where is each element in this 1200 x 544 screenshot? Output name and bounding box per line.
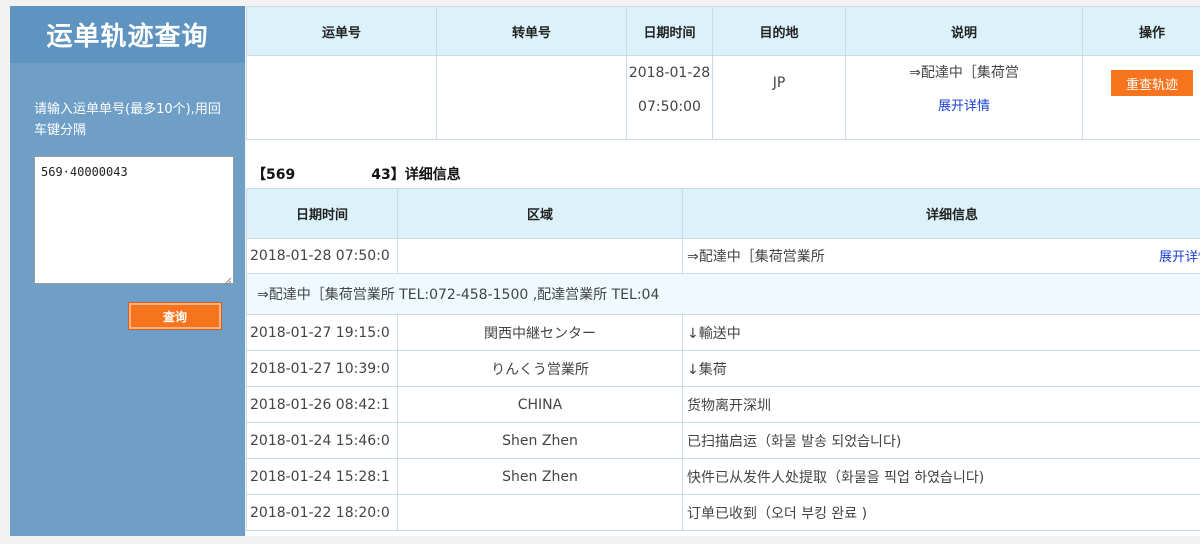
expand-details-link[interactable]: 展开详情 [847,90,1081,124]
description-cell: ⇒配達中［集荷営 展开详情 [845,55,1083,140]
detail-title-prefix: 【569 [252,167,296,183]
action-cell: 重查轨迹 [1082,55,1200,140]
row-region [397,494,683,531]
row-datetime: 2018-01-22 18:20:0 [246,494,398,531]
date-text: 2018-01-28 [628,65,711,81]
summary-header-row: 运单号 转单号 日期时间 目的地 说明 操作 [246,6,1200,56]
row-datetime: 2018-01-26 08:42:1 [246,386,398,423]
expanded-detail-text: ⇒配達中［集荷営業所 TEL:072-458-1500 ,配達営業所 TEL:0… [246,273,1200,315]
row-region: CHINA [397,386,683,423]
row-region [397,238,683,274]
row-region: 関西中継センター [397,314,683,351]
expanded-row: ⇒配達中［集荷営業所 TEL:072-458-1500 ,配達営業所 TEL:0… [246,273,1200,315]
description-text: ⇒配達中［集荷営 [909,65,1019,81]
detail-title-suffix: 43】详细信息 [371,167,461,183]
table-row: 2018-01-24 15:28:1 Shen Zhen 快件已从发件人处提取（… [246,458,1200,495]
time-text: 07:50:00 [638,99,701,115]
header-action: 操作 [1082,6,1200,56]
destination-cell: JP [712,55,846,140]
detail-title: 【569 43】详细信息 [252,164,461,184]
waybill-input[interactable] [34,156,234,284]
sidebar-header: 运单轨迹查询 [10,6,245,63]
detail-table: 日期时间 区域 详细信息 2018-01-28 07:50:0 ⇒配達中［集荷営… [246,188,1200,531]
query-button[interactable]: 查询 [128,302,222,330]
summary-table: 运单号 转单号 日期时间 目的地 说明 操作 2018-01-28 07:50:… [246,6,1200,140]
row-info: ↓輸送中 [682,314,1200,351]
header-transfer: 转单号 [436,6,627,56]
row-info: 已扫描启运（화물 발송 되었습니다) [682,422,1200,459]
retrack-button[interactable]: 重查轨迹 [1111,70,1193,96]
row-region: Shen Zhen [397,422,683,459]
header-region: 区域 [397,188,683,239]
row-datetime: 2018-01-27 19:15:0 [246,314,398,351]
header-destination: 目的地 [712,6,846,56]
row-info-cell: ⇒配達中［集荷営業所 展开详情 [682,238,1200,274]
summary-row: 2018-01-28 07:50:00 JP ⇒配達中［集荷営 展开详情 重查轨… [246,55,1200,140]
datetime-cell: 2018-01-28 07:50:00 [626,55,713,140]
transfer-cell [436,55,627,140]
header-datetime: 日期时间 [626,6,713,56]
page-title: 运单轨迹查询 [46,22,209,52]
table-row: 2018-01-22 18:20:0 订单已收到（오더 부킹 완료 ) [246,494,1200,531]
detail-header-row: 日期时间 区域 详细信息 [246,188,1200,239]
row-expand-details-link[interactable]: 展开详情 [1159,246,1200,265]
main-panel: 运单号 转单号 日期时间 目的地 说明 操作 2018-01-28 07:50:… [246,6,1200,536]
row-region: りんくう営業所 [397,350,683,387]
header-detail-info: 详细信息 [682,188,1200,239]
header-waybill: 运单号 [246,6,437,56]
row-datetime: 2018-01-24 15:46:0 [246,422,398,459]
table-row: 2018-01-24 15:46:0 Shen Zhen 已扫描启运（화물 발송… [246,422,1200,459]
table-row: 2018-01-28 07:50:0 ⇒配達中［集荷営業所 展开详情 [246,238,1200,274]
row-datetime: 2018-01-27 10:39:0 [246,350,398,387]
row-region: Shen Zhen [397,458,683,495]
waybill-cell [246,55,437,140]
row-info: 快件已从发件人处提取（화물을 픽업 하였습니다) [682,458,1200,495]
row-info: 订单已收到（오더 부킹 완료 ) [682,494,1200,531]
sidebar: 运单轨迹查询 请输入运单单号(最多10个),用回车键分隔 查询 [10,6,245,536]
row-datetime: 2018-01-24 15:28:1 [246,458,398,495]
table-row: 2018-01-27 10:39:0 りんくう営業所 ↓集荷 [246,350,1200,387]
row-info: ⇒配達中［集荷営業所 [687,249,825,265]
header-detail-datetime: 日期时间 [246,188,398,239]
table-row: 2018-01-27 19:15:0 関西中継センター ↓輸送中 [246,314,1200,351]
row-info: 货物离开深圳 [682,386,1200,423]
table-row: 2018-01-26 08:42:1 CHINA 货物离开深圳 [246,386,1200,423]
row-datetime: 2018-01-28 07:50:0 [246,238,398,274]
header-description: 说明 [845,6,1083,56]
input-hint: 请输入运单单号(最多10个),用回车键分隔 [34,102,221,138]
row-info: ↓集荷 [682,350,1200,387]
